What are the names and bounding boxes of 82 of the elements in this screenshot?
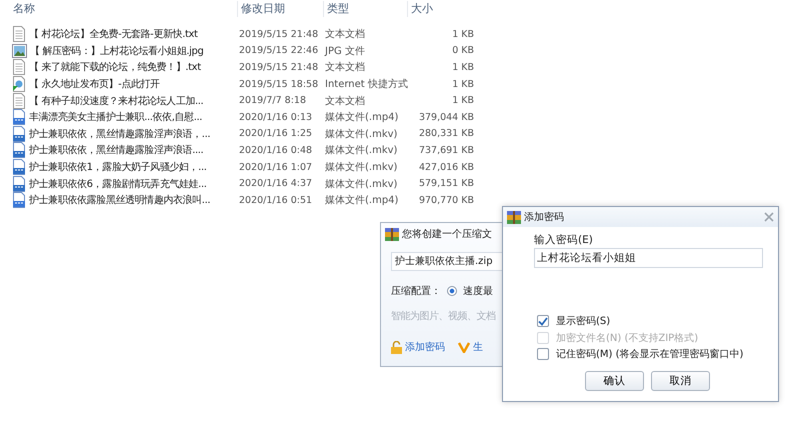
column-header[interactable]: 类型 [324,1,408,17]
radio-label: 速度最 [463,284,493,298]
column-header[interactable]: 修改日期 [238,1,324,17]
document-icon [12,59,26,76]
file-type: 媒体文件(.mkv) [324,128,398,141]
checkbox-label: 记住密码(M) (将会显示在管理密码窗口中) [556,348,744,362]
file-type: 文本文档 [324,94,365,108]
modified-date: 2020/1/16 0:51 [238,194,312,206]
file-type: 媒体文件(.mkv) [324,178,398,191]
video-file-icon [12,159,26,176]
file-name[interactable]: 【 解压密码：】上村花论坛看小姐姐.jpg [30,44,204,58]
video-file-icon [12,126,26,142]
file-size: 379,044 KB [418,112,475,123]
column-header[interactable]: 大小 [408,1,480,17]
padlock-icon [391,340,402,354]
checkmark-icon [538,316,548,326]
link[interactable]: 生 [473,340,483,354]
checkmark-icon [458,342,470,352]
file-size: 1 KB [451,95,475,106]
shortcut-icon [12,76,26,92]
modified-date: 2019/5/15 21:48 [238,62,318,73]
radio-button[interactable] [447,286,457,296]
modified-date: 2019/5/15 21:48 [238,28,318,40]
checkbox[interactable] [537,315,549,328]
file-size: 970,770 KB [418,194,475,206]
modified-date: 2020/1/16 0:13 [238,112,312,123]
file-size: 1 KB [451,28,475,40]
file-name[interactable]: 【 有种子却没速度？来村花论坛人工加... [29,94,204,108]
file-name[interactable]: 护士兼职依依，黑丝情趣露脸淫声浪语，... [29,126,210,141]
dialog-title: 您将创建一个压缩文 [402,228,492,241]
file-size: 579,151 KB [418,178,475,190]
checkbox-label: 显示密码(S) [556,314,610,328]
modified-date: 2019/7/7 8:18 [238,95,306,106]
file-name[interactable]: 护士兼职依依，黑丝情趣露脸淫声浪语.... [29,143,204,158]
file-type: Internet 快捷方式 [324,78,408,92]
password-field[interactable]: 上村花论坛看小姐姐 [534,248,763,268]
file-name[interactable]: 护士兼职依依露脸黑丝透明情趣内衣浪叫... [29,193,210,208]
modified-date: 2020/1/16 4:37 [238,178,312,190]
column-header[interactable]: 名称 [10,1,238,17]
modified-date: 2020/1/16 0:48 [238,144,312,156]
file-name[interactable]: 【 村花论坛】全免费-无套路-更新快.txt [29,27,198,42]
file-type: JPG 文件 [324,44,365,58]
file-name[interactable]: 护士兼职依依6，露脸剧情玩弄充气娃娃... [29,176,206,191]
file-size: 427,016 KB [418,162,475,173]
modified-date: 2019/5/15 22:46 [238,45,318,56]
file-type: 媒体文件(.mp4) [324,110,398,124]
file-name[interactable]: 护士兼职依依1，露脸大奶子风骚少妇，... [29,160,206,174]
image-file-icon [12,44,27,58]
file-size: 1 KB [451,78,475,90]
checkbox[interactable] [537,348,549,360]
document-icon [12,92,26,109]
archive-app-icon [385,228,399,240]
field-label: 输入密码(E) [534,233,594,247]
modified-date: 2020/1/16 1:25 [238,128,312,140]
video-file-icon [12,142,26,158]
file-size: 1 KB [451,62,475,73]
link[interactable]: 添加密码 [405,340,445,354]
profile-label: 压缩配置： [391,284,441,298]
file-type: 文本文档 [324,28,365,42]
file-size: 280,331 KB [418,128,475,140]
document-icon [12,26,26,42]
modified-date: 2019/5/15 18:58 [238,78,318,90]
file-name[interactable]: 丰满漂亮美女主播护士兼职...依依,自慰... [29,110,202,124]
video-file-icon [12,176,26,192]
file-type: 文本文档 [324,60,365,74]
file-type: 媒体文件(.mkv) [324,144,398,158]
archive-app-icon [507,210,521,224]
hint-text: 智能为图片、视频、文档 [391,310,496,323]
checkbox-label: 加密文件名(N) (不支持ZIP格式) [556,332,698,345]
file-size: 0 KB [451,45,475,56]
file-size: 737,691 KB [418,144,475,156]
dialog-title: 添加密码 [524,210,565,224]
dialog-button[interactable]: 确认 [585,370,644,391]
video-file-icon [12,192,26,208]
close-icon [764,212,774,222]
dialog-button[interactable]: 取消 [651,370,710,391]
video-file-icon [12,109,26,126]
file-name[interactable]: 【 永久地址发布页】-点此打开 [29,77,160,92]
modified-date: 2020/1/16 1:07 [238,162,312,173]
file-name[interactable]: 【 来了就能下载的论坛，纯免费！】.txt [29,60,201,74]
file-type: 媒体文件(.mkv) [324,160,398,174]
file-type: 媒体文件(.mp4) [324,194,398,208]
